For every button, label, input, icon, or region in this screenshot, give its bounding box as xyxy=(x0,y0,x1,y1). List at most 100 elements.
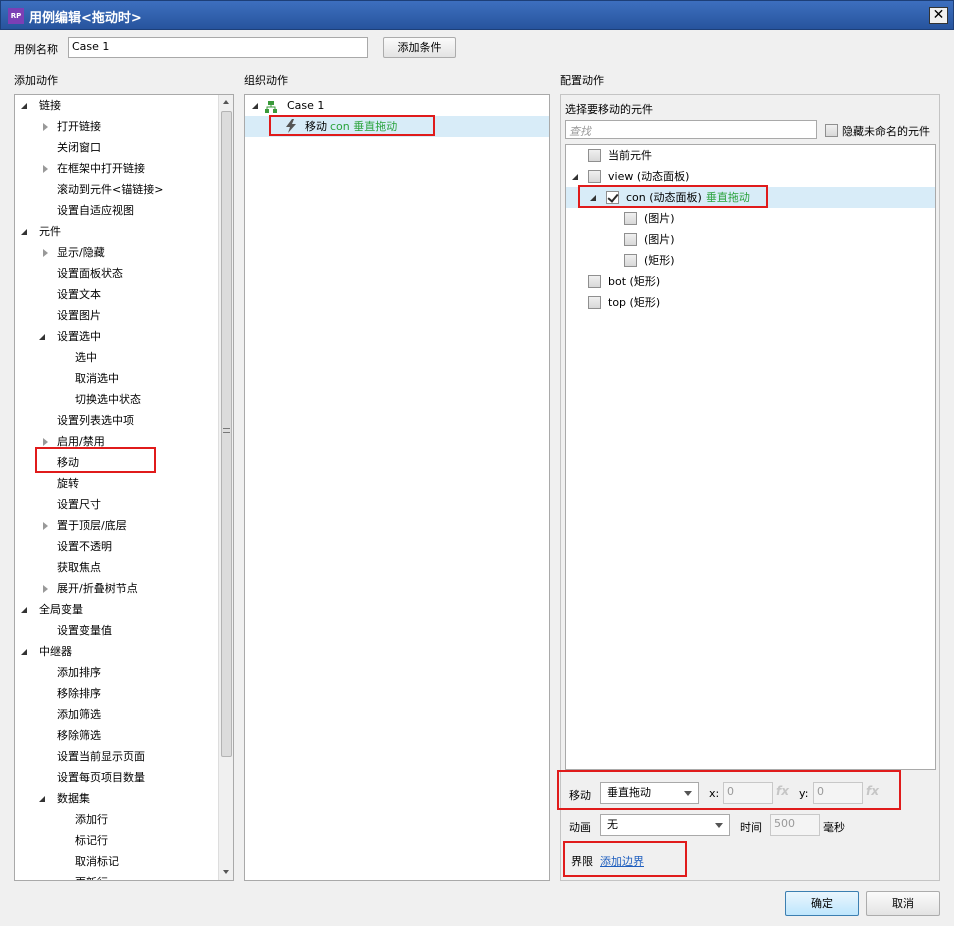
action-tree-scrollbar[interactable] xyxy=(218,95,233,880)
action-tree-item[interactable]: 设置列表选中项 xyxy=(15,410,218,431)
collapse-icon[interactable] xyxy=(572,174,578,180)
add-condition-button[interactable]: 添加条件 xyxy=(383,37,456,58)
widget-checkbox[interactable] xyxy=(624,233,637,246)
action-tree-item[interactable]: 数据集 xyxy=(15,788,218,809)
action-tree-item[interactable]: 设置图片 xyxy=(15,305,218,326)
widget-tree-item[interactable]: 当前元件 xyxy=(566,145,935,166)
widget-search-input[interactable]: 查找 xyxy=(565,120,817,139)
action-tree-item[interactable]: 展开/折叠树节点 xyxy=(15,578,218,599)
action-tree-item-label: 添加行 xyxy=(75,813,108,826)
action-tree-item[interactable]: 设置每页项目数量 xyxy=(15,767,218,788)
action-tree-item[interactable]: 关闭窗口 xyxy=(15,137,218,158)
action-tree-item[interactable]: 设置选中 xyxy=(15,326,218,347)
case-name-input[interactable]: Case 1 xyxy=(68,37,368,58)
action-tree-item[interactable]: 标记行 xyxy=(15,830,218,851)
scroll-down-icon[interactable] xyxy=(223,870,229,874)
action-tree-item[interactable]: 旋转 xyxy=(15,473,218,494)
action-tree-item[interactable]: 中继器 xyxy=(15,641,218,662)
action-tree-item[interactable]: 元件 xyxy=(15,221,218,242)
widget-tree-item[interactable]: (矩形) xyxy=(566,250,935,271)
action-tree-item[interactable]: 置于顶层/底层 xyxy=(15,515,218,536)
action-tree-item[interactable]: 添加排序 xyxy=(15,662,218,683)
action-tree-item[interactable]: 设置变量值 xyxy=(15,620,218,641)
widget-checkbox[interactable] xyxy=(624,254,637,267)
action-tree-item[interactable]: 设置尺寸 xyxy=(15,494,218,515)
expand-icon[interactable] xyxy=(43,249,48,257)
action-tree-item[interactable]: 移除筛选 xyxy=(15,725,218,746)
widget-tree-item[interactable]: (图片) xyxy=(566,208,935,229)
expand-icon[interactable] xyxy=(43,585,48,593)
scroll-up-icon[interactable] xyxy=(223,100,229,104)
collapse-icon[interactable] xyxy=(39,796,45,802)
scroll-thumb[interactable] xyxy=(221,111,232,757)
collapse-icon[interactable] xyxy=(21,607,27,613)
cancel-button[interactable]: 取消 xyxy=(866,891,940,916)
action-tree-item[interactable]: 取消标记 xyxy=(15,851,218,872)
collapse-icon[interactable] xyxy=(21,103,27,109)
add-action-header: 添加动作 xyxy=(14,74,58,87)
hide-unnamed-label: 隐藏未命名的元件 xyxy=(842,125,930,138)
action-tree-item[interactable]: 在框架中打开链接 xyxy=(15,158,218,179)
expand-icon[interactable] xyxy=(43,438,48,446)
organize-action-header: 组织动作 xyxy=(244,74,288,87)
action-tree-item[interactable]: 滚动到元件<锚链接> xyxy=(15,179,218,200)
action-tree-item[interactable]: 取消选中 xyxy=(15,368,218,389)
action-tree-item[interactable]: 设置自适应视图 xyxy=(15,200,218,221)
action-tree-item[interactable]: 添加筛选 xyxy=(15,704,218,725)
window-title: 用例编辑<拖动时> xyxy=(29,11,142,26)
action-tree-item-label: 在框架中打开链接 xyxy=(57,162,145,175)
action-tree-item-label: 移除筛选 xyxy=(57,729,101,742)
widget-checkbox[interactable] xyxy=(588,275,601,288)
action-tree-item[interactable]: 切换选中状态 xyxy=(15,389,218,410)
close-icon[interactable]: ✕ xyxy=(929,7,948,24)
action-tree-item[interactable]: 选中 xyxy=(15,347,218,368)
case-label: Case 1 xyxy=(287,99,325,112)
widget-checkbox[interactable] xyxy=(624,212,637,225)
widget-checkbox[interactable] xyxy=(588,149,601,162)
action-tree-item-label: 标记行 xyxy=(75,834,108,847)
action-tree-item-label: 设置自适应视图 xyxy=(57,204,134,217)
action-tree-item[interactable]: 全局变量 xyxy=(15,599,218,620)
action-tree-item[interactable]: 移除排序 xyxy=(15,683,218,704)
action-tree-item[interactable]: 获取焦点 xyxy=(15,557,218,578)
expand-icon[interactable] xyxy=(43,123,48,131)
action-tree-item-label: 添加筛选 xyxy=(57,708,101,721)
case-name-label: 用例名称 xyxy=(14,43,58,56)
expand-icon[interactable] xyxy=(43,165,48,173)
chevron-down-icon xyxy=(715,823,723,828)
widget-tree-item[interactable]: bot (矩形) xyxy=(566,271,935,292)
collapse-icon[interactable] xyxy=(21,229,27,235)
highlight-bounds xyxy=(563,841,687,877)
action-tree-item-label: 数据集 xyxy=(57,792,90,805)
action-tree-item[interactable]: 添加行 xyxy=(15,809,218,830)
action-tree-item-label: 设置尺寸 xyxy=(57,498,101,511)
hide-unnamed-checkbox[interactable] xyxy=(825,124,838,137)
action-tree-item-label: 取消标记 xyxy=(75,855,119,868)
action-tree: 链接打开链接关闭窗口在框架中打开链接滚动到元件<锚链接> 设置自适应视图元件 显示/… xyxy=(15,95,218,880)
widget-checkbox[interactable] xyxy=(588,296,601,309)
organize-panel: Case 1 移动 con 垂直拖动 xyxy=(244,94,550,881)
action-tree-item[interactable]: 链接 xyxy=(15,95,218,116)
widget-checkbox[interactable] xyxy=(588,170,601,183)
collapse-icon[interactable] xyxy=(252,103,258,109)
action-tree-item-label: 置于顶层/底层 xyxy=(57,519,127,532)
time-unit: 毫秒 xyxy=(823,821,845,834)
collapse-icon[interactable] xyxy=(21,649,27,655)
collapse-icon[interactable] xyxy=(39,334,45,340)
action-tree-item-label: 打开链接 xyxy=(57,120,101,133)
expand-icon[interactable] xyxy=(43,522,48,530)
widget-tree-item[interactable]: top (矩形) xyxy=(566,292,935,313)
action-tree-item[interactable]: 设置当前显示页面 xyxy=(15,746,218,767)
ok-button[interactable]: 确定 xyxy=(785,891,859,916)
action-tree-item[interactable]: 显示/隐藏 xyxy=(15,242,218,263)
widget-tree-item[interactable]: (图片) xyxy=(566,229,935,250)
widget-tree-item[interactable]: view (动态面板) xyxy=(566,166,935,187)
time-input[interactable]: 500 xyxy=(770,814,820,836)
case-row[interactable]: Case 1 xyxy=(245,95,549,116)
action-tree-item[interactable]: 设置不透明 xyxy=(15,536,218,557)
action-tree-item[interactable]: 设置面板状态 xyxy=(15,263,218,284)
animation-select[interactable]: 无 xyxy=(600,814,730,836)
action-tree-item[interactable]: 打开链接 xyxy=(15,116,218,137)
action-tree-item[interactable]: 更新行 xyxy=(15,872,218,880)
action-tree-item[interactable]: 设置文本 xyxy=(15,284,218,305)
